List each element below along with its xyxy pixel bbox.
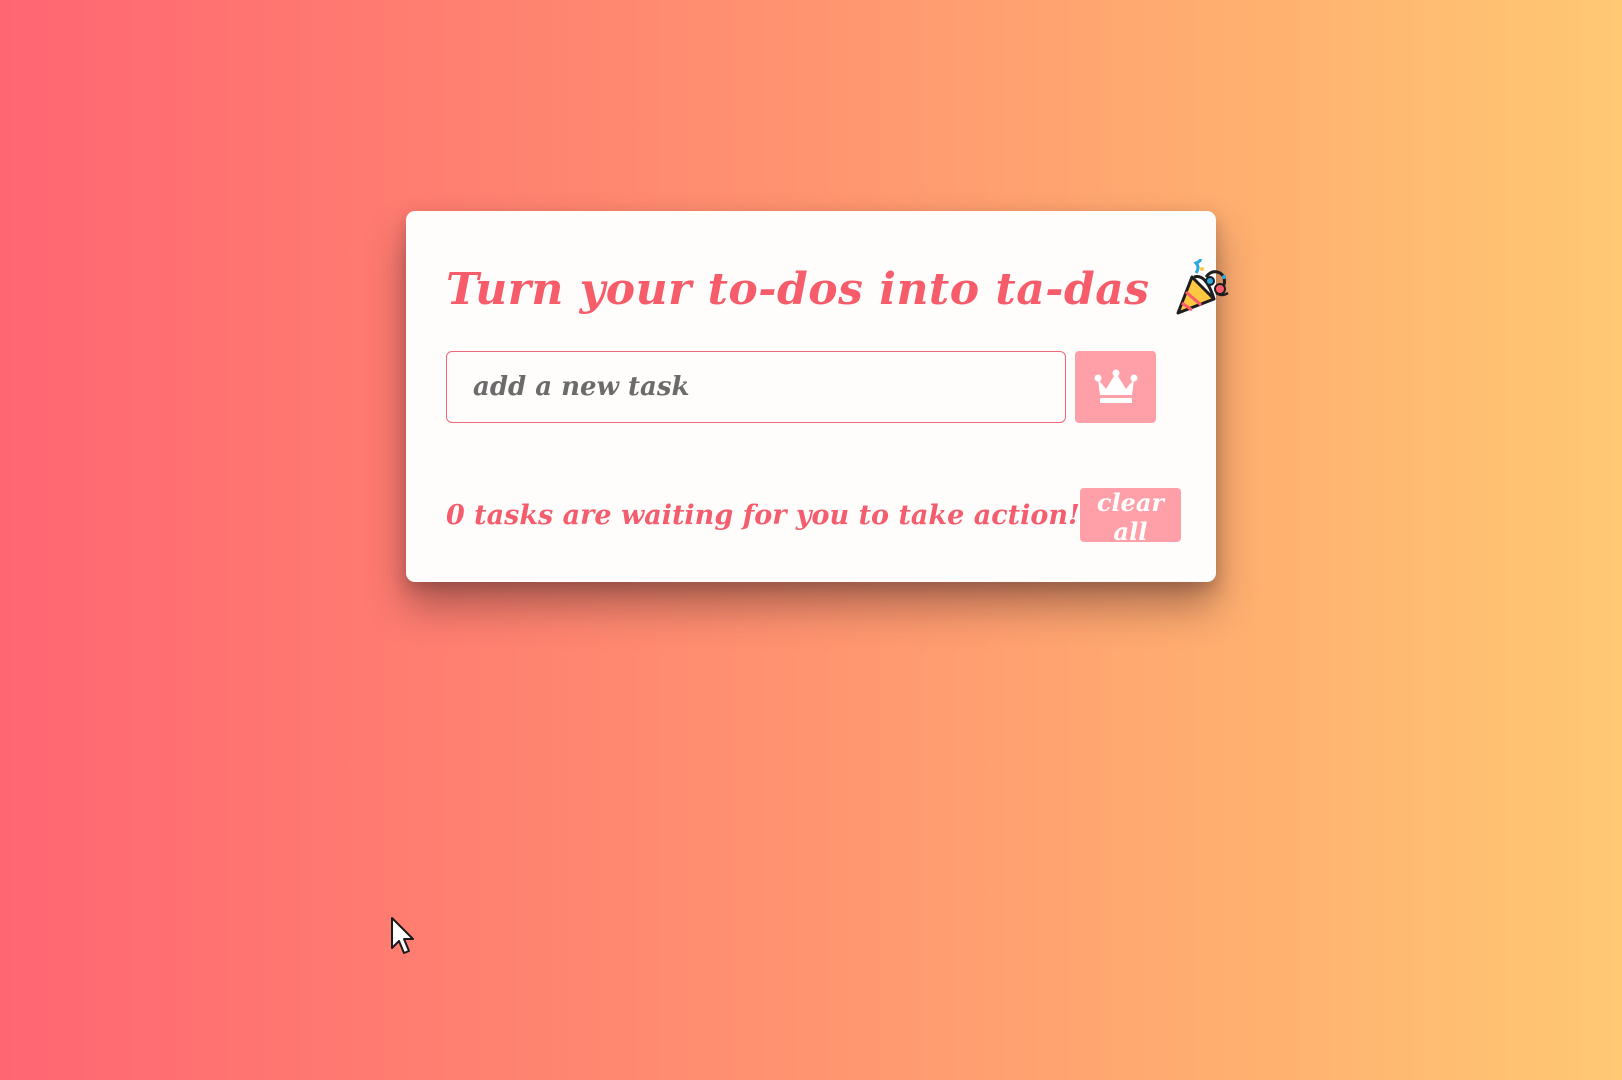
pending-tasks-status: 0 tasks are waiting for you to take acti… — [446, 499, 1080, 531]
add-task-button[interactable] — [1075, 351, 1156, 423]
page-title: Turn your to-dos into ta-das — [446, 263, 1150, 315]
party-popper-icon — [1176, 259, 1229, 315]
todo-card: Turn your to-dos into ta-das 0 tasks are… — [406, 211, 1229, 582]
crown-icon — [1094, 369, 1137, 403]
mouse-cursor-icon — [391, 917, 414, 954]
header: Turn your to-dos into ta-das — [446, 259, 1232, 319]
clear-all-button[interactable]: clear all — [1079, 488, 1181, 546]
footer: 0 tasks are waiting for you to take acti… — [446, 488, 1181, 546]
task-input[interactable] — [446, 351, 1066, 423]
